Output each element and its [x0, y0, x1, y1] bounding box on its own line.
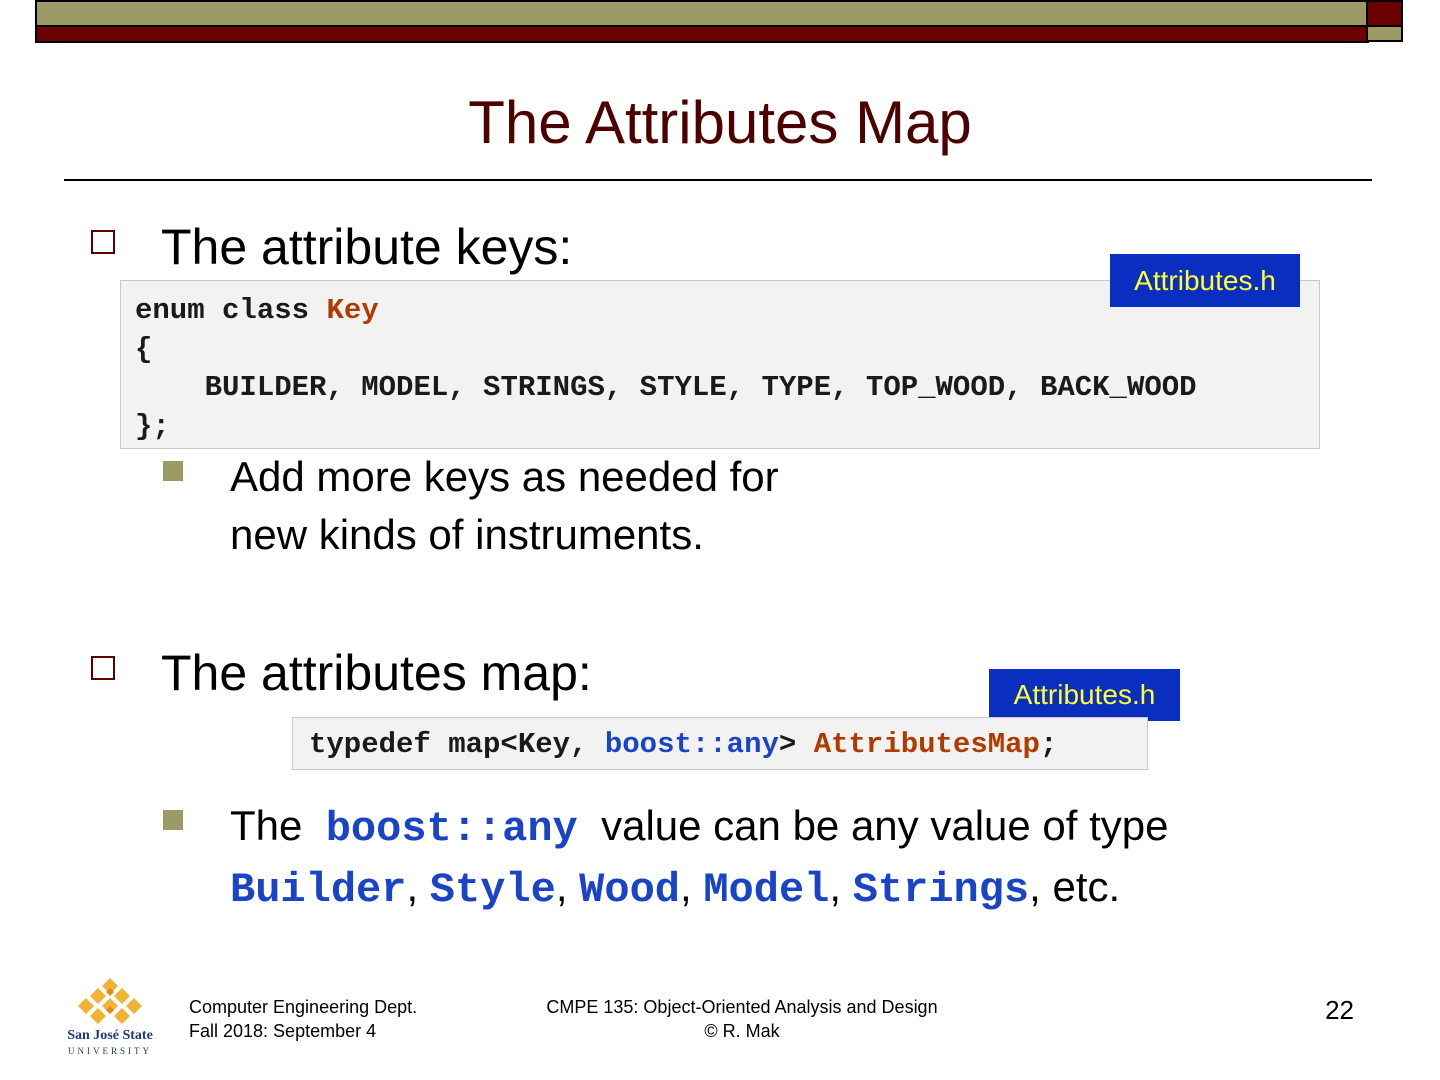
sub-bullet-word: The	[230, 802, 315, 849]
code-block-typedef: typedef map<Key, boost::any> AttributesM…	[292, 717, 1148, 770]
code-text: ;	[1039, 728, 1058, 761]
sub-bullet-text: The boost::any value can be any value of…	[230, 797, 1169, 919]
inline-code: Model	[703, 866, 830, 914]
sub-bullet-icon	[163, 461, 183, 481]
footer-course: CMPE 135: Object-Oriented Analysis and D…	[520, 995, 964, 1043]
inline-code: Style	[429, 866, 556, 914]
inline-code: Builder	[230, 866, 407, 914]
sub-bullet-line: The boost::any value can be any value of…	[230, 797, 1169, 858]
code-type-name: Key	[326, 294, 379, 327]
inline-code: boost::any	[325, 805, 578, 853]
logo-subtext: UNIVERSITY	[68, 1046, 152, 1056]
code-type-name: boost::any	[604, 728, 779, 761]
code-keyword: enum class	[135, 294, 327, 327]
sub-bullet-icon	[163, 810, 183, 830]
file-tag: Attributes.h	[1110, 254, 1300, 307]
sub-bullet-line: Add more keys as needed for	[230, 453, 779, 500]
title-divider	[64, 179, 1372, 181]
sub-bullet-line: Builder, Style, Wood, Model, Strings, et…	[230, 858, 1169, 919]
footer-dept: Computer Engineering Dept. Fall 2018: Se…	[189, 995, 417, 1043]
section-heading-map: The attributes map:	[161, 645, 592, 701]
sub-bullet-text: Add more keys as needed for new kinds of…	[230, 448, 779, 564]
logo-text: San José State	[67, 1028, 153, 1043]
section-heading-keys: The attribute keys:	[161, 219, 573, 275]
file-tag: Attributes.h	[989, 669, 1180, 721]
sub-bullet-word: value can be any value of type	[589, 802, 1169, 849]
university-logo: San José State UNIVERSITY	[62, 976, 158, 1058]
slide-title: The Attributes Map	[468, 89, 972, 156]
page-number: 22	[1325, 995, 1354, 1025]
code-line: {	[135, 332, 153, 366]
separator: ,	[406, 863, 430, 910]
separator: ,	[555, 863, 580, 910]
inline-code: Strings	[852, 866, 1030, 914]
bullet-square-icon	[91, 656, 115, 680]
footer-line: © R. Mak	[704, 1021, 780, 1041]
sub-bullet-word: , etc.	[1029, 863, 1121, 910]
separator: ,	[829, 863, 853, 910]
corner-square-olive	[1366, 25, 1403, 42]
sub-bullet-line: new kinds of instruments.	[230, 511, 704, 558]
footer-line: Fall 2018: September 4	[189, 1021, 377, 1041]
sjsu-seal-icon	[78, 978, 142, 1024]
corner-square-maroon	[1366, 0, 1403, 27]
code-text: >	[778, 728, 814, 761]
footer-line: CMPE 135: Object-Oriented Analysis and D…	[546, 997, 938, 1017]
footer-line: Computer Engineering Dept.	[189, 997, 418, 1017]
top-bar-maroon	[35, 25, 1369, 43]
code-keyword: typedef map<Key,	[309, 728, 605, 761]
top-bar-olive	[35, 0, 1369, 27]
code-line: };	[135, 409, 170, 443]
inline-code: Wood	[579, 866, 680, 914]
code-type-name: AttributesMap	[813, 728, 1040, 761]
bullet-square-icon	[91, 230, 115, 254]
code-line: BUILDER, MODEL, STRINGS, STYLE, TYPE, TO…	[135, 371, 1197, 404]
separator: ,	[679, 863, 704, 910]
